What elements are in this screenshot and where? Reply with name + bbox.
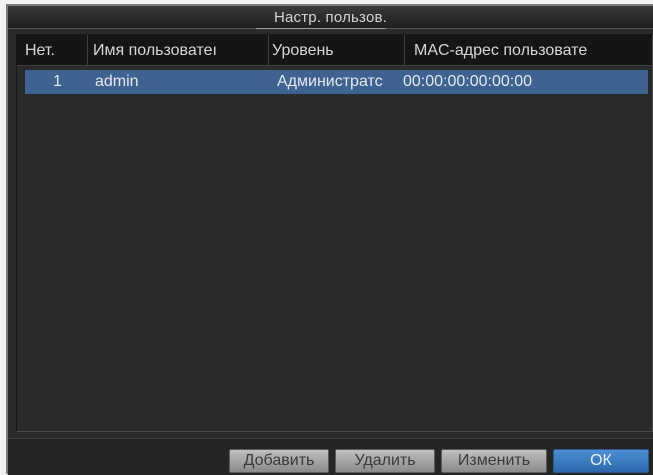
table-row[interactable]: 1 admin Администратс 00:00:00:00:00:00 xyxy=(25,70,648,94)
dialog-footer: Добавить Удалить Изменить ОК xyxy=(8,438,653,475)
column-separator xyxy=(404,35,405,65)
table-header: Нет. Имя пользоватеı Уровень MAC-адрес п… xyxy=(17,35,652,66)
column-header-mac[interactable]: MAC-адрес пользовате xyxy=(414,42,652,60)
column-header-no[interactable]: Нет. xyxy=(25,42,85,60)
user-table: Нет. Имя пользоватеı Уровень MAC-адрес п… xyxy=(16,34,653,432)
column-separator xyxy=(87,35,88,65)
column-header-level[interactable]: Уровень xyxy=(272,42,402,60)
cell-username: admin xyxy=(95,73,139,90)
delete-button[interactable]: Удалить xyxy=(335,449,435,473)
cell-mac: 00:00:00:00:00:00 xyxy=(403,73,533,90)
column-header-username[interactable]: Имя пользоватеı xyxy=(93,42,267,60)
edit-button[interactable]: Изменить xyxy=(441,449,547,473)
dialog-titlebar: Настр. пользов. xyxy=(8,6,653,29)
title-underline xyxy=(256,28,386,29)
add-button[interactable]: Добавить xyxy=(229,449,329,473)
ok-button[interactable]: ОК xyxy=(553,449,649,473)
cell-no: 1 xyxy=(53,73,62,90)
dialog-title: Настр. пользов. xyxy=(273,9,388,26)
user-settings-dialog: Настр. пользов. Нет. Имя пользоватеı Уро… xyxy=(6,4,653,475)
cell-level: Администратс xyxy=(277,73,383,90)
column-separator xyxy=(268,35,269,65)
